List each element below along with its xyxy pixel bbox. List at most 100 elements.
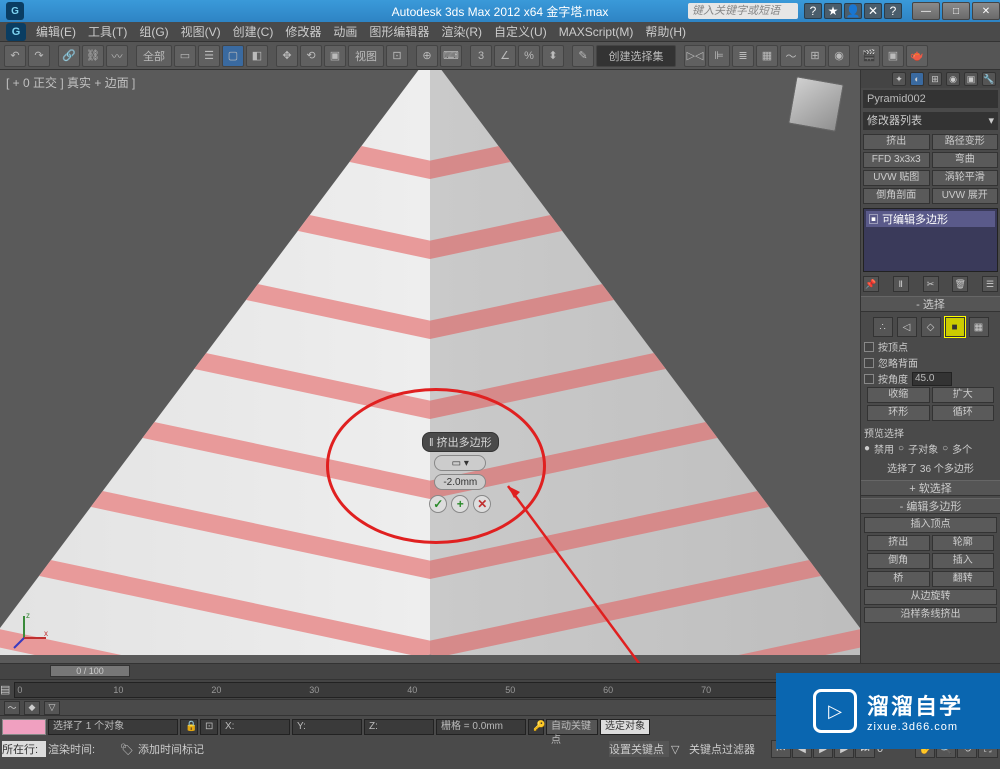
time-slider-knob[interactable]: 0 / 100 <box>50 665 130 677</box>
set-key-button[interactable]: 设置关键点 <box>609 741 669 757</box>
mirror-icon[interactable]: ▷◁ <box>684 45 706 67</box>
schematic-icon[interactable]: ⊞ <box>804 45 826 67</box>
loop-button[interactable]: 循环 <box>932 405 995 421</box>
poly-flip-button[interactable]: 翻转 <box>932 571 995 587</box>
key-mode-icon[interactable]: ◆ <box>24 701 40 715</box>
unlink-icon[interactable]: ⛓ <box>82 45 104 67</box>
menu-animation[interactable]: 动画 <box>327 23 363 40</box>
configure-sets-icon[interactable]: ☰ <box>982 276 998 292</box>
render-icon[interactable]: 🫖 <box>906 45 928 67</box>
trackbar-toggle-icon[interactable]: ▤ <box>0 683 10 696</box>
key-filters-button[interactable]: 关键点过滤器 <box>689 741 769 757</box>
graphite-icon[interactable]: ▦ <box>756 45 778 67</box>
by-vertex-checkbox[interactable] <box>864 342 874 352</box>
menu-help[interactable]: 帮助(H) <box>639 23 692 40</box>
key-filters-icon[interactable]: ▽ <box>671 743 687 756</box>
select-byname-icon[interactable]: ☰ <box>198 45 220 67</box>
edit-named-sel-icon[interactable]: ✎ <box>572 45 594 67</box>
modifier-list-dropdown[interactable]: 修改器列表▾ <box>863 112 998 130</box>
menu-tools[interactable]: 工具(T) <box>82 23 133 40</box>
link-icon[interactable]: 🔗 <box>58 45 80 67</box>
menu-edit[interactable]: 编辑(E) <box>30 23 82 40</box>
curve-mode-icon[interactable]: 〜 <box>4 701 20 715</box>
material-editor-icon[interactable]: ◉ <box>828 45 850 67</box>
poly-outline-button[interactable]: 轮廓 <box>932 535 995 551</box>
lock-selection-icon[interactable]: 🔒 <box>180 719 198 735</box>
poly-bevel-button[interactable]: 倒角 <box>867 553 930 569</box>
menu-maxscript[interactable]: MAXScript(M) <box>553 25 640 39</box>
quick-pathdeform-button[interactable]: 路径变形 <box>932 134 999 150</box>
preview-disable-radio[interactable]: 禁用 <box>874 441 894 456</box>
coord-y-field[interactable]: Y: <box>292 719 362 735</box>
menu-create[interactable]: 创建(C) <box>227 23 280 40</box>
poly-extrude-spline-button[interactable]: 沿样条线挤出 <box>864 607 997 623</box>
coord-z-field[interactable]: Z: <box>364 719 434 735</box>
select-object-icon[interactable]: ▭ <box>174 45 196 67</box>
select-region-icon[interactable]: ▢ <box>222 45 244 67</box>
time-tag-icon[interactable]: 🏷 <box>120 743 136 756</box>
ring-button[interactable]: 环形 <box>867 405 930 421</box>
quick-unwrap-button[interactable]: UVW 展开 <box>932 188 999 204</box>
layers-icon[interactable]: ≣ <box>732 45 754 67</box>
rollout-selection-header[interactable]: - 选择 <box>861 296 1000 312</box>
use-center-icon[interactable]: ⊡ <box>386 45 408 67</box>
modstack-item-epoly[interactable]: ▣ 可编辑多边形 <box>866 211 995 227</box>
remove-mod-icon[interactable]: 🗑 <box>952 276 968 292</box>
grow-button[interactable]: 扩大 <box>932 387 995 403</box>
menu-grapheditors[interactable]: 图形编辑器 <box>363 23 435 40</box>
quick-bevelprofile-button[interactable]: 倒角剖面 <box>863 188 930 204</box>
caddy-apply-button[interactable]: + <box>451 495 469 513</box>
caddy-cancel-button[interactable]: ✕ <box>473 495 491 513</box>
add-time-tag-field[interactable]: 添加时间标记 <box>138 741 607 757</box>
poly-extrude-button[interactable]: 挤出 <box>867 535 930 551</box>
bind-spacewarp-icon[interactable]: 〰 <box>106 45 128 67</box>
caddy-ok-button[interactable]: ✓ <box>429 495 447 513</box>
rollout-softsel-header[interactable]: + 软选择 <box>861 480 1000 496</box>
caddy-height-spinner[interactable]: -2.0mm <box>434 474 486 490</box>
show-end-icon[interactable]: Ⅱ <box>893 276 909 292</box>
coord-x-field[interactable]: X: <box>220 719 290 735</box>
view-cube[interactable] <box>792 80 840 128</box>
auto-key-button[interactable]: 自动关键点 <box>546 719 598 735</box>
render-setup-icon[interactable]: 🎬 <box>858 45 880 67</box>
rollout-editpoly-header[interactable]: - 编辑多边形 <box>861 498 1000 514</box>
rendered-frame-icon[interactable]: ▣ <box>882 45 904 67</box>
pin-stack-icon[interactable]: 📌 <box>863 276 879 292</box>
menu-rendering[interactable]: 渲染(R) <box>435 23 488 40</box>
tab-display-icon[interactable]: ▣ <box>964 72 978 86</box>
insert-vertex-button[interactable]: 插入顶点 <box>864 517 997 533</box>
snap-toggle-icon[interactable]: 3 <box>470 45 492 67</box>
poly-hinge-button[interactable]: 从边旋转 <box>864 589 997 605</box>
select-rotate-icon[interactable]: ⟲ <box>300 45 322 67</box>
subobj-vertex-icon[interactable]: ∴ <box>873 317 893 337</box>
tab-modify-icon[interactable]: ◐ <box>910 72 924 86</box>
selection-filter-dropdown[interactable]: 全部 <box>136 45 172 67</box>
percent-snap-icon[interactable]: % <box>518 45 540 67</box>
subobj-edge-icon[interactable]: ◁ <box>897 317 917 337</box>
viewport[interactable]: [ + 0 正交 ] 真实 + 边面 ] <box>0 70 860 663</box>
select-manipulate-icon[interactable]: ⊕ <box>416 45 438 67</box>
subobj-border-icon[interactable]: ◇ <box>921 317 941 337</box>
quick-ffd-button[interactable]: FFD 3x3x3 <box>863 152 930 168</box>
spinner-snap-icon[interactable]: ⬍ <box>542 45 564 67</box>
maxscript-tab[interactable] <box>2 719 46 735</box>
select-move-icon[interactable]: ✥ <box>276 45 298 67</box>
key-toggle-icon[interactable]: 🔑 <box>528 719 544 735</box>
object-name-field[interactable]: Pyramid002 <box>863 90 998 108</box>
shrink-button[interactable]: 收缩 <box>867 387 930 403</box>
unique-icon[interactable]: ✂ <box>923 276 939 292</box>
menu-views[interactable]: 视图(V) <box>175 23 227 40</box>
angle-snap-icon[interactable]: ∠ <box>494 45 516 67</box>
tab-create-icon[interactable]: ✦ <box>892 72 906 86</box>
viewport-label[interactable]: [ + 0 正交 ] 真实 + 边面 ] <box>6 74 135 91</box>
preview-subobj-radio[interactable]: 子对象 <box>908 441 938 456</box>
ignore-backface-checkbox[interactable] <box>864 358 874 368</box>
angle-value-input[interactable] <box>912 372 952 386</box>
app-menu-icon[interactable]: G <box>6 23 26 41</box>
tab-motion-icon[interactable]: ◉ <box>946 72 960 86</box>
menu-customize[interactable]: 自定义(U) <box>488 23 553 40</box>
caddy-type-dropdown[interactable]: ▭ ▾ <box>434 455 486 471</box>
modifier-stack[interactable]: ▣ 可编辑多边形 <box>863 208 998 272</box>
poly-bridge-button[interactable]: 桥 <box>867 571 930 587</box>
named-sel-dropdown[interactable]: 创建选择集 <box>596 45 676 67</box>
